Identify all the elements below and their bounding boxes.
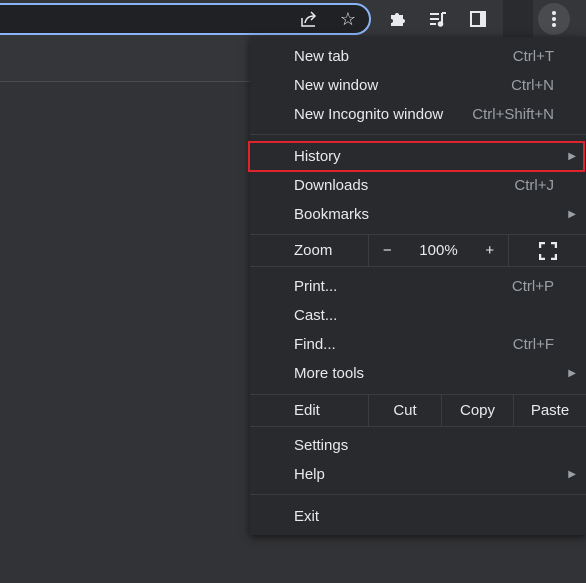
zoom-row: Zoom − 100% + [250,235,586,266]
shortcut: Ctrl+P [511,278,554,295]
media-queue-icon[interactable] [425,6,451,32]
chrome-menu: New tab Ctrl+T New window Ctrl+N New Incog… [248,37,586,535]
fullscreen-icon[interactable] [508,235,586,266]
shortcut: Ctrl+Shift+N [472,106,554,123]
submenu-arrow-icon: ▶ [568,368,576,379]
label: Settings [294,437,349,454]
label: New tab [294,48,350,65]
divider [250,134,586,135]
label: Find... [294,336,336,353]
side-panel-icon[interactable] [465,6,491,32]
label: Exit [294,508,320,525]
divider [250,266,586,267]
submenu-arrow-icon: ▶ [568,209,576,220]
label: Help [294,466,325,483]
zoom-label: Zoom [294,242,333,259]
paste-button[interactable]: Paste [513,395,586,426]
copy-button[interactable]: Copy [441,395,513,426]
menu-item-settings[interactable]: Settings [250,431,586,460]
toolbar-spacer [503,0,533,37]
label: New window [294,77,379,94]
submenu-arrow-icon: ▶ [568,469,576,480]
zoom-out-button[interactable]: − [383,242,392,259]
label: Bookmarks [294,206,370,223]
edit-row: Edit Cut Copy Paste [250,395,586,426]
extensions-icon[interactable] [385,6,411,32]
menu-item-print[interactable]: Print... Ctrl+P [250,272,586,301]
edit-label: Edit [294,402,320,419]
star-icon[interactable]: ☆ [335,6,361,32]
menu-item-bookmarks[interactable]: Bookmarks ▶ [250,200,586,229]
shortcut: Ctrl+F [512,336,554,353]
divider [250,494,586,495]
menu-item-new-incognito[interactable]: New Incognito window Ctrl+Shift+N [250,100,586,129]
shortcut: Ctrl+T [512,48,554,65]
divider [250,426,586,427]
menu-item-new-window[interactable]: New window Ctrl+N [250,71,586,100]
menu-item-downloads[interactable]: Downloads Ctrl+J [250,171,586,200]
menu-item-more-tools[interactable]: More tools ▶ [250,359,586,388]
shortcut: Ctrl+J [514,177,554,194]
cut-button[interactable]: Cut [368,395,441,426]
menu-item-cast[interactable]: Cast... [250,301,586,330]
menu-item-exit[interactable]: Exit [250,502,586,531]
label: New Incognito window [294,106,444,123]
menu-item-find[interactable]: Find... Ctrl+F [250,330,586,359]
more-vert-icon[interactable] [538,3,570,35]
highlight-box [248,141,585,172]
zoom-value: 100% [419,242,458,259]
label: Downloads [294,177,369,194]
browser-toolbar: ☆ [0,0,586,37]
menu-item-help[interactable]: Help ▶ [250,460,586,489]
shortcut: Ctrl+N [511,77,554,94]
label: Cast... [294,307,338,324]
label: More tools [294,365,365,382]
share-icon[interactable] [296,6,322,32]
label: Print... [294,278,338,295]
zoom-in-button[interactable]: + [485,242,494,259]
menu-item-new-tab[interactable]: New tab Ctrl+T [250,42,586,71]
